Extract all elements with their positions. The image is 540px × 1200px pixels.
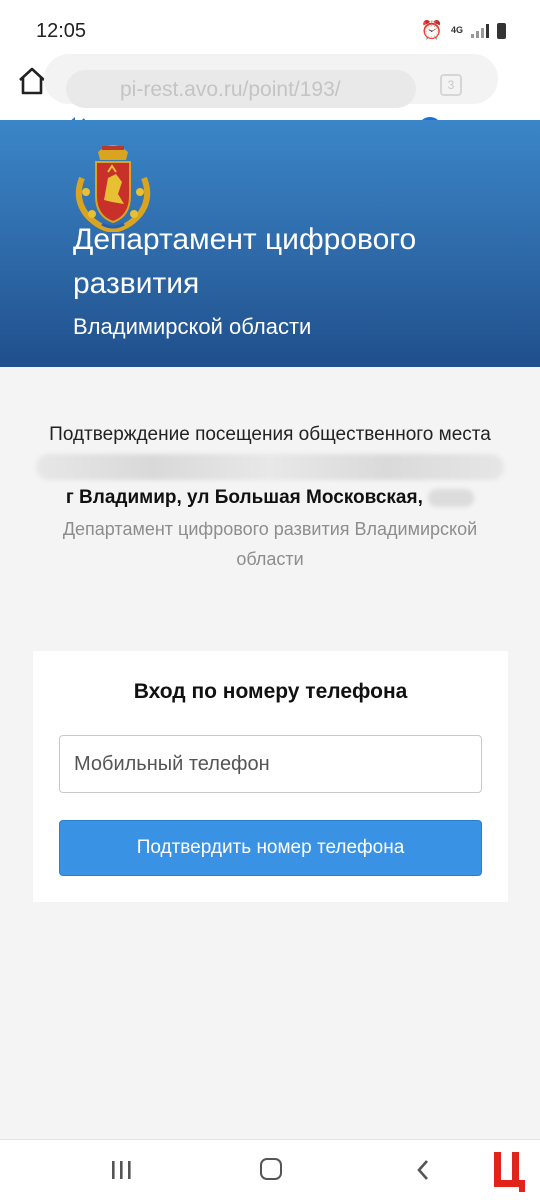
home-nav-icon[interactable] [260, 1158, 282, 1180]
page-title: Департамент цифрового развития [73, 223, 417, 300]
home-icon[interactable] [17, 66, 47, 96]
status-time: 12:05 [36, 20, 87, 42]
watermark-logo [494, 1152, 525, 1192]
battery-icon [497, 22, 506, 39]
browser-toolbar: pi-rest.avo.ru/point/193/ 3 [0, 50, 540, 146]
signal-icon [471, 23, 489, 38]
organization-name: Департамент цифрового развития Владимирс… [62, 519, 478, 569]
visit-confirmation-title: Подтверждение посещения общественного ме… [49, 424, 491, 445]
system-nav-bar [0, 1139, 540, 1200]
back-icon[interactable] [414, 1158, 432, 1182]
status-icons: ⏰ 4G [421, 20, 506, 41]
login-title: Вход по номеру телефона [133, 680, 408, 703]
visit-address: г Владимир, ул Большая Московская, [30, 483, 510, 513]
tab-count-button[interactable]: 3 [440, 74, 462, 96]
page-subtitle: Владимирской области [73, 314, 312, 339]
status-bar: 12:05 ⏰ 4G [0, 0, 540, 50]
redacted-place-name [36, 454, 504, 480]
recents-icon[interactable] [110, 1160, 132, 1180]
url-text[interactable]: pi-rest.avo.ru/point/193/ [120, 78, 341, 102]
department-header: Департамент цифрового развития Владимирс… [0, 120, 540, 367]
4g-icon: 4G [450, 25, 463, 35]
address-text: г Владимир, ул Большая Московская, [65, 487, 423, 508]
alarm-icon: ⏰ [420, 20, 443, 41]
visit-info: Подтверждение посещения общественного ме… [30, 420, 510, 574]
redacted-house-number [428, 488, 475, 507]
phone-input[interactable] [59, 735, 482, 793]
phone-login-card: Вход по номеру телефона Подтвердить номе… [33, 651, 508, 902]
confirm-phone-button[interactable]: Подтвердить номер телефона [59, 820, 482, 876]
